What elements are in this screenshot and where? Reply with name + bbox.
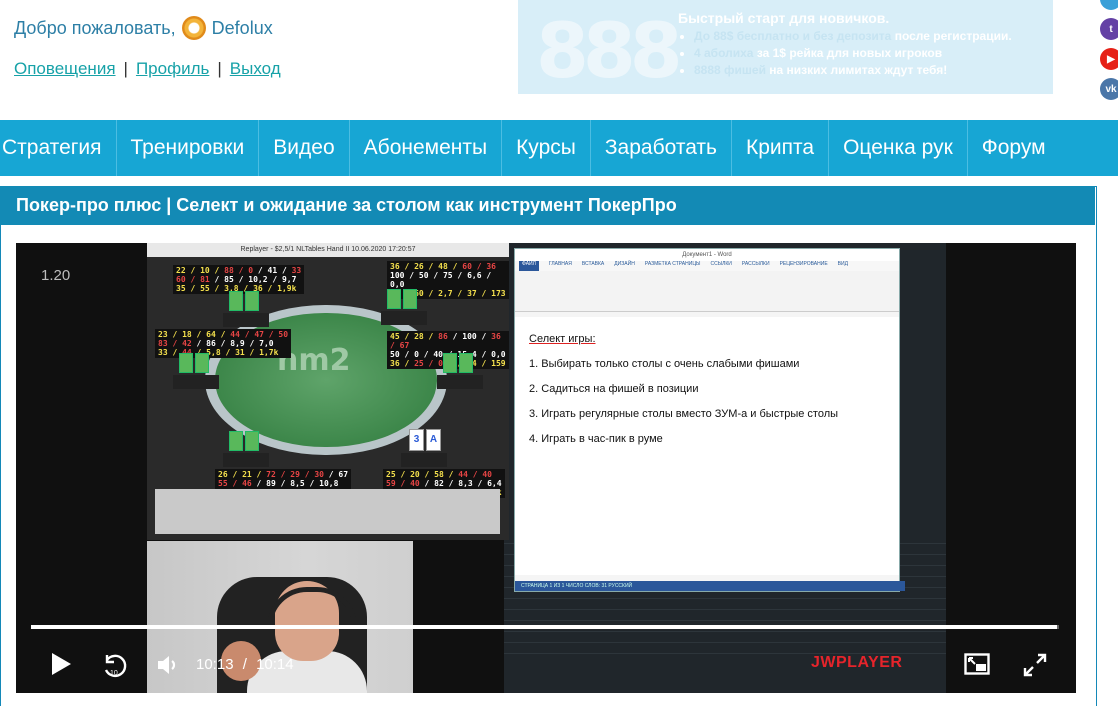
doc-line: 1. Выбирать только столы с очень слабыми… <box>529 358 800 370</box>
banner-item: До 88$ бесплатно и без депозита после ре… <box>694 28 1012 45</box>
article-title-bar: Покер-про плюс | Селект и ожидание за ст… <box>0 186 1095 225</box>
video-progress-bar[interactable] <box>31 625 1059 629</box>
user-links: Оповещения | Профиль | Выход <box>14 59 281 79</box>
replayer-title: Replayer - $2,5/1 NLTables Hand II 10.06… <box>147 243 509 257</box>
word-document-text: Селект игры: 1. Выбирать только столы с … <box>529 327 838 452</box>
video-overlay-time: 1.20 <box>41 267 71 284</box>
link-separator: | <box>217 59 222 78</box>
video-player[interactable]: Replayer - $2,5/1 NLTables Hand II 10.06… <box>16 243 1076 693</box>
banner-item-dim: 4 аболиха <box>694 46 754 60</box>
nav-item-crypto[interactable]: Крипта <box>732 120 830 176</box>
rewind-10-icon[interactable]: 10 <box>100 651 128 679</box>
banner-item-text: после регистрации. <box>891 29 1012 43</box>
nav-item-subscriptions[interactable]: Абонементы <box>350 120 503 176</box>
word-tabs: ФАЙЛ ГЛАВНАЯ ВСТАВКА ДИЗАЙН РАЗМЕТКА СТР… <box>515 261 899 271</box>
replayer-controls <box>155 489 500 534</box>
word-tab: РАЗМЕТКА СТРАНИЦЫ <box>644 261 701 267</box>
doc-line: 2. Садиться на фишей в позиции <box>529 383 699 395</box>
progress-fill <box>31 625 1057 629</box>
fullscreen-icon[interactable] <box>1022 652 1048 678</box>
word-tab: ФАЙЛ <box>519 261 539 271</box>
hud-stat: 23 / 18 / 64 / 44 / 47 / 50 83 / 42 / 86 … <box>155 329 292 358</box>
video-word-window: Документ1 - Word ФАЙЛ ГЛАВНАЯ ВСТАВКА ДИ… <box>514 248 905 592</box>
main-nav: Стратегия Тренировки Видео Абонементы Ку… <box>0 120 1118 176</box>
word-title: Документ1 - Word <box>515 249 899 261</box>
doc-heading: Селект игры: <box>529 333 596 345</box>
banner-item-dim: 8888 фишей <box>694 63 766 77</box>
banner-item-text: за 1$ рейка для новых игроков <box>753 46 943 60</box>
doc-line: 3. Играть регулярные столы вместо ЗУМ-а … <box>529 408 839 420</box>
notifications-link[interactable]: Оповещения <box>14 59 116 78</box>
username[interactable]: Defolux <box>212 18 273 39</box>
word-tab: ГЛАВНАЯ <box>548 261 572 267</box>
youtube-icon[interactable]: ▶ <box>1100 48 1118 70</box>
word-ribbon <box>515 271 899 312</box>
word-tab: ССЫЛКИ <box>710 261 732 267</box>
video-poker-replayer: Replayer - $2,5/1 NLTables Hand II 10.06… <box>147 243 509 540</box>
nav-item-forum[interactable]: Форум <box>968 120 1060 176</box>
banner-item-text: на низких лимитах ждут тебя! <box>765 63 948 77</box>
jwplayer-brand: JWPLAYER <box>811 654 903 671</box>
current-time: 10:13 <box>196 656 234 673</box>
banner-logo: 888 <box>536 6 683 94</box>
nav-item-strategy[interactable]: Стратегия <box>0 120 117 176</box>
word-tab: РАССЫЛКИ <box>741 261 770 267</box>
banner-item: 4 аболиха за 1$ рейка для новых игроков <box>694 45 1012 62</box>
promo-banner[interactable]: 888 Быстрый старт для новичков. До 88$ б… <box>518 0 1053 94</box>
logout-link[interactable]: Выход <box>230 59 281 78</box>
word-tab: ВСТАВКА <box>581 261 605 267</box>
link-separator: | <box>123 59 128 78</box>
vk-icon[interactable]: vk <box>1100 78 1118 100</box>
word-tab: ВИД <box>837 261 848 267</box>
word-status-bar: СТРАНИЦА 1 ИЗ 1 ЧИСЛО СЛОВ: 31 РУССКИЙ <box>515 581 905 591</box>
nav-item-hand-review[interactable]: Оценка рук <box>829 120 968 176</box>
nav-item-video[interactable]: Видео <box>259 120 350 176</box>
hero-cards: 3A <box>409 429 441 451</box>
profile-link[interactable]: Профиль <box>136 59 209 78</box>
article-title: Покер-про плюс | Селект и ожидание за ст… <box>16 195 677 215</box>
word-tab: ДИЗАЙН <box>614 261 635 267</box>
user-avatar-icon <box>181 16 206 40</box>
banner-item: 8888 фишей на низких лимитах ждут тебя! <box>694 62 1012 79</box>
nav-item-earn[interactable]: Заработать <box>591 120 732 176</box>
banner-list: До 88$ бесплатно и без депозита после ре… <box>678 28 1012 79</box>
time-separator: / <box>242 656 247 673</box>
hud-stat: 22 / 10 / 88 / 0 / 41 / 33 60 / 81 / 85 /… <box>173 265 305 294</box>
nav-item-training[interactable]: Тренировки <box>117 120 260 176</box>
banner-item-dim: До 88$ бесплатно и без депозита <box>694 29 892 43</box>
video-time: 10:13 / 10:14 <box>196 656 294 673</box>
play-icon[interactable] <box>52 653 71 675</box>
twitch-icon[interactable]: t <box>1100 18 1118 40</box>
word-tab: РЕЦЕНЗИРОВАНИЕ <box>779 261 828 267</box>
duration: 10:14 <box>256 656 294 673</box>
welcome-text: Добро пожаловать, <box>14 17 176 38</box>
social-links: t ▶ vk <box>1100 0 1118 108</box>
banner-title: Быстрый старт для новичков. <box>678 10 890 26</box>
welcome-line: Добро пожаловать, Defolux <box>14 16 273 40</box>
doc-line: 4. Играть в час-пик в руме <box>529 433 663 445</box>
nav-item-courses[interactable]: Курсы <box>502 120 591 176</box>
pip-icon[interactable] <box>964 653 990 675</box>
telegram-icon[interactable] <box>1100 0 1118 10</box>
volume-icon[interactable] <box>156 653 182 677</box>
svg-text:10: 10 <box>110 670 118 677</box>
jwplayer-logo[interactable]: JWPLAYER <box>811 654 902 672</box>
